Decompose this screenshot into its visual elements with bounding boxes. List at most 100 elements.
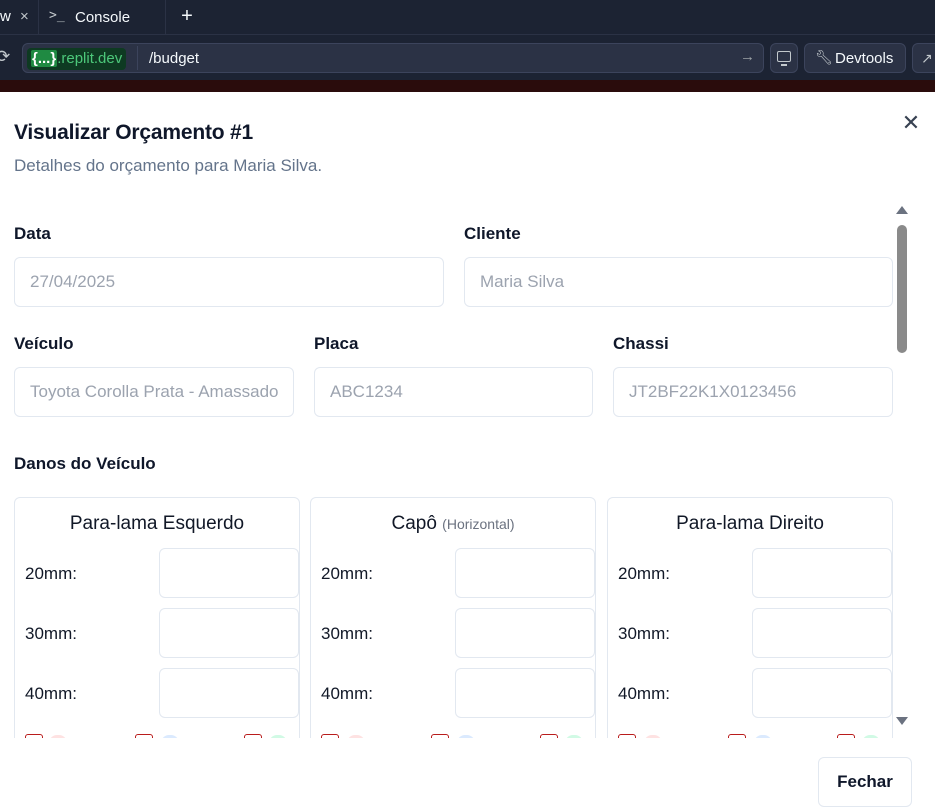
- damage-20mm-input[interactable]: [752, 548, 892, 598]
- option-a-checkbox[interactable]: [321, 734, 339, 738]
- damage-30mm-input[interactable]: [455, 608, 595, 658]
- damage-row-label: 30mm:: [321, 624, 373, 643]
- damage-card-capo: Capô (Horizontal) 20mm: 30mm: 40mm:: [310, 497, 596, 738]
- url-host: {...}.replit.dev: [27, 48, 127, 70]
- placa-label: Placa: [314, 334, 359, 353]
- option-m-badge: [161, 735, 179, 738]
- option-p-checkbox[interactable]: [244, 734, 262, 738]
- option-m-badge: [754, 735, 772, 738]
- close-tab-icon[interactable]: ×: [20, 0, 29, 34]
- monitor-icon: [777, 51, 791, 62]
- damage-card-para-lama-direito: Para-lama Direito 20mm: 30mm: 40mm:: [607, 497, 893, 738]
- damage-row-40mm: 40mm:: [25, 668, 299, 718]
- tab-webview-label: w: [0, 8, 11, 25]
- damage-row-label: 40mm:: [618, 684, 670, 703]
- damage-card-subtitle: (Horizontal): [442, 516, 515, 532]
- option-m-badge: [457, 735, 475, 738]
- option-p-badge: [269, 735, 287, 738]
- devtools-button[interactable]: 🔧︎ Devtools: [804, 43, 906, 73]
- option-m-checkbox[interactable]: [135, 734, 153, 738]
- damage-row-label: 40mm:: [321, 684, 373, 703]
- damage-40mm-input[interactable]: [455, 668, 595, 718]
- arrow-right-icon[interactable]: →: [740, 48, 755, 65]
- veiculo-field[interactable]: Toyota Corolla Prata - Amassado: [14, 367, 294, 417]
- damage-section-title: Danos do Veículo: [14, 454, 156, 473]
- url-separator: [137, 46, 138, 70]
- damage-row-30mm: 30mm:: [321, 608, 595, 658]
- damage-30mm-input[interactable]: [752, 608, 892, 658]
- placa-field[interactable]: ABC1234: [314, 367, 593, 417]
- monitor-stand: [781, 64, 787, 66]
- budget-view-dialog: ✕ Visualizar Orçamento #1 Detalhes do or…: [0, 92, 935, 808]
- damage-row-20mm: 20mm:: [618, 548, 892, 598]
- damage-card-title-text: Para-lama Esquerdo: [69, 513, 245, 534]
- damage-row-30mm: 30mm:: [25, 608, 299, 658]
- wrench-icon: 🔧︎: [815, 49, 833, 65]
- page-background-strip: [0, 80, 935, 92]
- dialog-description: Detalhes do orçamento para Maria Silva.: [14, 156, 323, 175]
- damage-40mm-input[interactable]: [752, 668, 892, 718]
- tab-console-label: Console: [75, 9, 131, 26]
- damage-row-30mm: 30mm:: [618, 608, 892, 658]
- option-p-badge: [862, 735, 880, 738]
- damage-row-label: 20mm:: [321, 564, 373, 583]
- damage-row-label: 20mm:: [618, 564, 670, 583]
- terminal-icon: >_: [49, 8, 65, 23]
- option-a-checkbox[interactable]: [618, 734, 636, 738]
- chassi-field[interactable]: JT2BF22K1X0123456: [613, 367, 893, 417]
- option-a-checkbox[interactable]: [25, 734, 43, 738]
- option-p-checkbox[interactable]: [540, 734, 558, 738]
- url-host-domain: .replit.dev: [57, 50, 123, 67]
- option-a-badge: [347, 735, 365, 738]
- option-m-checkbox[interactable]: [431, 734, 449, 738]
- address-bar: ⟳ {...}.replit.dev /budget → 🔧︎ Devtools…: [0, 34, 935, 80]
- dialog-scroll-area[interactable]: Data 27/04/2025 Cliente Maria Silva Veíc…: [0, 200, 935, 738]
- damage-card-title: Para-lama Esquerdo: [15, 513, 299, 535]
- option-p-badge: [565, 735, 583, 738]
- damage-40mm-input[interactable]: [159, 668, 299, 718]
- url-path: /budget: [149, 50, 200, 67]
- url-host-brace: {...}: [31, 50, 58, 67]
- damage-row-40mm: 40mm:: [321, 668, 595, 718]
- damage-card-title-text: Capô: [391, 513, 437, 534]
- screen-button[interactable]: [770, 43, 798, 73]
- damage-20mm-input[interactable]: [455, 548, 595, 598]
- veiculo-label: Veículo: [14, 334, 74, 353]
- damage-row-label: 30mm:: [618, 624, 670, 643]
- new-tab-button[interactable]: +: [176, 5, 198, 27]
- scroll-up-arrow-icon[interactable]: [896, 206, 908, 214]
- cliente-label: Cliente: [464, 224, 521, 243]
- vertical-scrollbar[interactable]: [894, 200, 912, 728]
- option-a-badge: [644, 735, 662, 738]
- damage-row-label: 30mm:: [25, 624, 77, 643]
- reload-icon[interactable]: ⟳: [0, 47, 14, 67]
- scrollbar-thumb[interactable]: [897, 225, 907, 353]
- url-input[interactable]: {...}.replit.dev /budget →: [22, 43, 764, 73]
- damage-30mm-input[interactable]: [159, 608, 299, 658]
- data-field[interactable]: 27/04/2025: [14, 257, 444, 307]
- option-m-checkbox[interactable]: [728, 734, 746, 738]
- scroll-down-arrow-icon[interactable]: [896, 717, 908, 725]
- damage-row-label: 40mm:: [25, 684, 77, 703]
- option-a-badge: [49, 735, 67, 738]
- fechar-button[interactable]: Fechar: [818, 757, 912, 807]
- data-label: Data: [14, 224, 51, 243]
- close-icon[interactable]: ✕: [900, 112, 922, 134]
- chassi-label: Chassi: [613, 334, 669, 353]
- damage-row-40mm: 40mm:: [618, 668, 892, 718]
- external-link-icon: ↗: [921, 50, 933, 66]
- tab-console[interactable]: >_ Console: [38, 0, 166, 34]
- browser-tab-bar: w × >_ Console +: [0, 0, 935, 34]
- devtools-label: Devtools: [835, 50, 894, 67]
- open-external-button[interactable]: ↗: [912, 43, 935, 73]
- option-p-checkbox[interactable]: [837, 734, 855, 738]
- damage-row-label: 20mm:: [25, 564, 77, 583]
- tab-webview[interactable]: w ×: [0, 0, 40, 34]
- dialog-title: Visualizar Orçamento #1: [14, 121, 253, 144]
- damage-row-20mm: 20mm:: [321, 548, 595, 598]
- damage-card-title: Para-lama Direito: [608, 513, 892, 535]
- damage-card-title: Capô (Horizontal): [311, 513, 595, 535]
- damage-20mm-input[interactable]: [159, 548, 299, 598]
- cliente-field[interactable]: Maria Silva: [464, 257, 893, 307]
- damage-card-title-text: Para-lama Direito: [676, 513, 824, 534]
